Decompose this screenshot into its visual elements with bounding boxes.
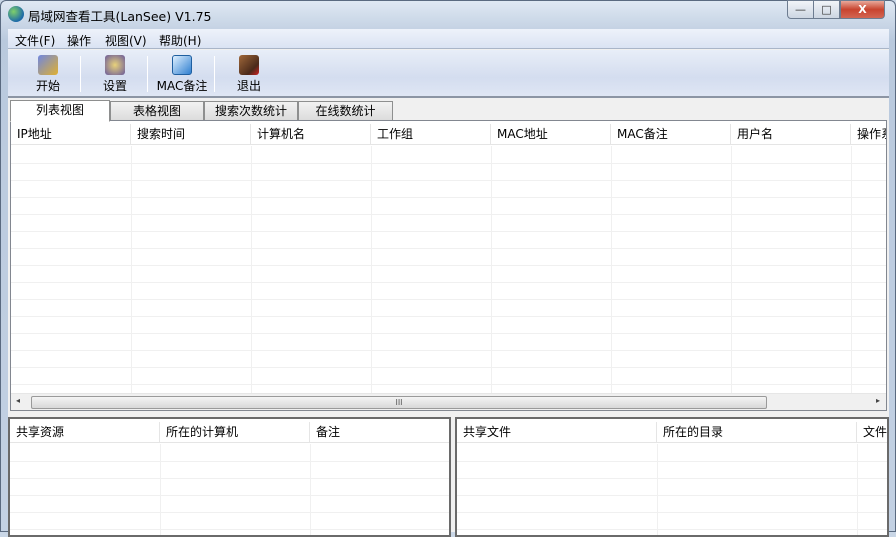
grid-line (457, 529, 887, 530)
grid-line (160, 444, 161, 535)
scroll-left-arrow[interactable]: ◂ (16, 396, 20, 405)
col-host-computer[interactable]: 所在的计算机 (160, 422, 310, 443)
grid-line (11, 299, 886, 300)
toolbar-separator (80, 56, 81, 92)
menu-operate[interactable]: 操作 (67, 32, 91, 49)
grid-line (491, 146, 492, 393)
grid-line (10, 478, 449, 479)
app-globe-icon (8, 6, 24, 22)
col-shared-file[interactable]: 共享文件 (457, 422, 657, 443)
grid-line (10, 529, 449, 530)
close-button[interactable]: X (840, 0, 885, 19)
settings-icon (105, 55, 125, 75)
tab-grid-view[interactable]: 表格视图 (110, 101, 204, 121)
col-os[interactable]: 操作系统 (851, 124, 886, 145)
grid-line (251, 146, 252, 393)
grid-line (457, 478, 887, 479)
grid-line (310, 444, 311, 535)
toolbar-separator (147, 56, 148, 92)
grid-line (857, 444, 858, 535)
start-icon (38, 55, 58, 75)
grid-line (11, 163, 886, 164)
grid-line (11, 333, 886, 334)
scroll-thumb[interactable]: III (31, 396, 767, 409)
col-mac[interactable]: MAC地址 (491, 124, 611, 145)
settings-button[interactable]: 设置 (95, 53, 135, 95)
client-area: 文件(F) 操作 视图(V) 帮助(H) 开始 设置 MAC备注 退出 列表视图… (8, 29, 889, 537)
grid-line (611, 146, 612, 393)
menu-help[interactable]: 帮助(H) (159, 32, 201, 49)
menu-view[interactable]: 视图(V) (105, 32, 147, 49)
grid-line (11, 265, 886, 266)
col-note[interactable]: 备注 (310, 422, 449, 443)
tab-online-stats[interactable]: 在线数统计 (298, 101, 393, 121)
grid-line (11, 180, 886, 181)
col-ip[interactable]: IP地址 (11, 124, 131, 145)
share-list-header: 共享资源 所在的计算机 备注 (10, 422, 449, 443)
horizontal-scrollbar[interactable]: ◂ III ▸ (11, 393, 886, 410)
grid-line (851, 146, 852, 393)
col-mac-note[interactable]: MAC备注 (611, 124, 731, 145)
col-share-resource[interactable]: 共享资源 (10, 422, 160, 443)
grid-line (11, 367, 886, 368)
grid-line (11, 248, 886, 249)
grid-line (11, 231, 886, 232)
share-list[interactable]: 共享资源 所在的计算机 备注 (8, 417, 451, 537)
menu-file[interactable]: 文件(F) (15, 32, 55, 49)
mac-note-icon (172, 55, 192, 75)
toolbar-separator (214, 56, 215, 92)
grid-line (10, 512, 449, 513)
grid-line (11, 214, 886, 215)
settings-label: 设置 (102, 79, 127, 93)
grid-line (457, 495, 887, 496)
grid-line (10, 495, 449, 496)
grid-line (731, 146, 732, 393)
file-list-header: 共享文件 所在的目录 文件 (457, 422, 887, 443)
host-list-grid (11, 146, 886, 402)
tab-list-view[interactable]: 列表视图 (10, 100, 110, 122)
maximize-button[interactable]: □ (813, 0, 840, 19)
mac-note-label: MAC备注 (156, 79, 208, 93)
grid-line (11, 384, 886, 385)
grid-line (11, 282, 886, 283)
grid-line (11, 316, 886, 317)
grid-line (457, 461, 887, 462)
col-computer-name[interactable]: 计算机名 (251, 124, 371, 145)
col-username[interactable]: 用户名 (731, 124, 851, 145)
grid-line (457, 512, 887, 513)
grid-line (10, 461, 449, 462)
start-label: 开始 (35, 79, 60, 93)
toolbar: 开始 设置 MAC备注 退出 (8, 50, 889, 98)
exit-button[interactable]: 退出 (229, 53, 269, 95)
grid-line (657, 444, 658, 535)
start-button[interactable]: 开始 (28, 53, 68, 95)
grid-line (371, 146, 372, 393)
host-list-header: IP地址 搜索时间 计算机名 工作组 MAC地址 MAC备注 用户名 操作系统 (11, 124, 886, 145)
grid-line (11, 197, 886, 198)
col-file[interactable]: 文件 (857, 422, 887, 443)
minimize-button[interactable]: — (787, 0, 814, 19)
file-list[interactable]: 共享文件 所在的目录 文件 (455, 417, 889, 537)
grid-line (11, 350, 886, 351)
title-bar: 局域网查看工具(LanSee) V1.75 — □ X (0, 0, 896, 28)
menu-bar: 文件(F) 操作 视图(V) 帮助(H) (8, 29, 889, 49)
scroll-right-arrow[interactable]: ▸ (876, 396, 880, 405)
window-title: 局域网查看工具(LanSee) V1.75 (28, 9, 212, 24)
col-workgroup[interactable]: 工作组 (371, 124, 491, 145)
exit-icon (239, 55, 259, 75)
grid-line (131, 146, 132, 393)
host-list[interactable]: IP地址 搜索时间 计算机名 工作组 MAC地址 MAC备注 用户名 操作系统 … (10, 120, 887, 411)
tab-search-stats[interactable]: 搜索次数统计 (204, 101, 298, 121)
file-list-grid (457, 444, 887, 535)
mac-note-button[interactable]: MAC备注 (154, 53, 210, 95)
share-list-grid (10, 444, 449, 535)
col-search-time[interactable]: 搜索时间 (131, 124, 251, 145)
exit-label: 退出 (236, 79, 261, 93)
col-directory[interactable]: 所在的目录 (657, 422, 857, 443)
